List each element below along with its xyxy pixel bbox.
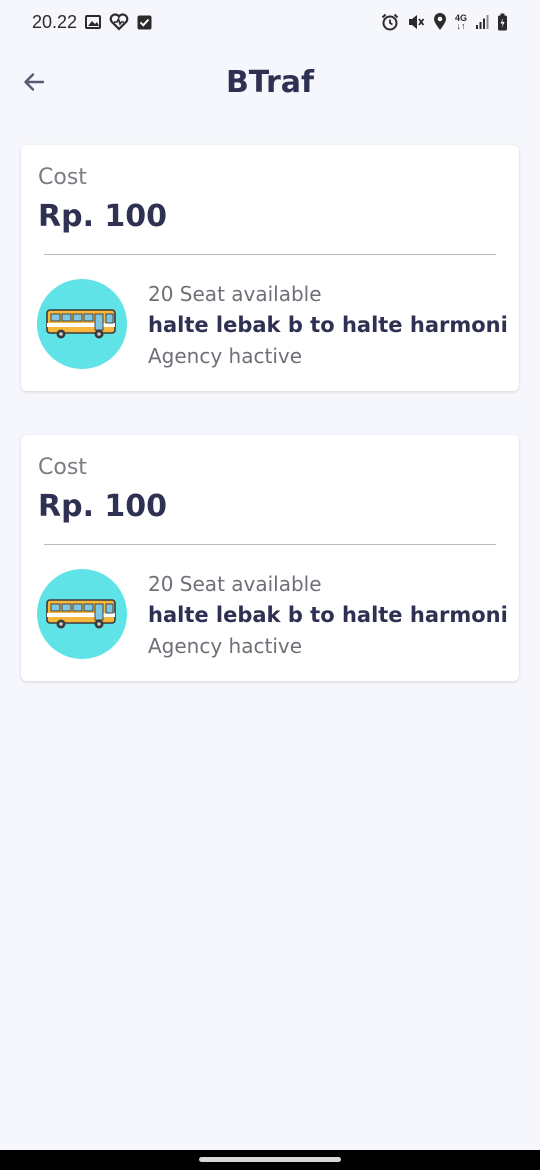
battery-icon bbox=[497, 13, 508, 31]
checkbox-icon bbox=[137, 15, 152, 30]
network-type: 4G ↓↑ bbox=[455, 14, 467, 31]
cost-label: Cost bbox=[38, 455, 87, 480]
bus-icon bbox=[46, 599, 116, 629]
route-name: halte lebak b to halte harmoni bbox=[148, 313, 508, 337]
alarm-icon bbox=[381, 13, 399, 31]
divider bbox=[44, 544, 496, 545]
heart-pulse-icon bbox=[109, 13, 129, 31]
system-nav-bar bbox=[0, 1150, 540, 1170]
home-gesture-handle[interactable] bbox=[199, 1157, 341, 1162]
bus-icon bbox=[46, 309, 116, 339]
image-icon bbox=[85, 14, 102, 30]
app-bar: BTraf bbox=[0, 48, 540, 118]
agency-name: Agency hactive bbox=[148, 634, 303, 658]
bus-avatar bbox=[37, 279, 127, 369]
seats-available: 20 Seat available bbox=[148, 572, 322, 596]
route-info: 20 Seat available halte lebak b to halte… bbox=[148, 279, 508, 371]
divider bbox=[44, 254, 496, 255]
status-right: 4G ↓↑ bbox=[381, 13, 508, 31]
status-left: 20.22 bbox=[32, 12, 152, 33]
bus-avatar bbox=[37, 569, 127, 659]
agency-name: Agency hactive bbox=[148, 344, 303, 368]
seats-available: 20 Seat available bbox=[148, 282, 322, 306]
cost-label: Cost bbox=[38, 165, 87, 190]
route-name: halte lebak b to halte harmoni bbox=[148, 603, 508, 627]
route-info: 20 Seat available halte lebak b to halte… bbox=[148, 569, 508, 661]
mute-icon bbox=[407, 13, 425, 31]
route-card[interactable]: Cost Rp. 100 20 Seat available halte leb… bbox=[21, 145, 519, 391]
page-title: BTraf bbox=[225, 65, 315, 100]
network-arrows: ↓↑ bbox=[456, 21, 466, 31]
route-list: Cost Rp. 100 20 Seat available halte leb… bbox=[21, 145, 519, 725]
location-pin-icon bbox=[433, 13, 447, 31]
cost-value: Rp. 100 bbox=[38, 199, 168, 234]
cost-value: Rp. 100 bbox=[38, 489, 168, 524]
status-time: 20.22 bbox=[32, 11, 78, 32]
route-card[interactable]: Cost Rp. 100 20 Seat available halte leb… bbox=[21, 435, 519, 681]
signal-icon bbox=[475, 14, 489, 30]
status-bar: 20.22 4G ↓↑ bbox=[0, 0, 540, 44]
